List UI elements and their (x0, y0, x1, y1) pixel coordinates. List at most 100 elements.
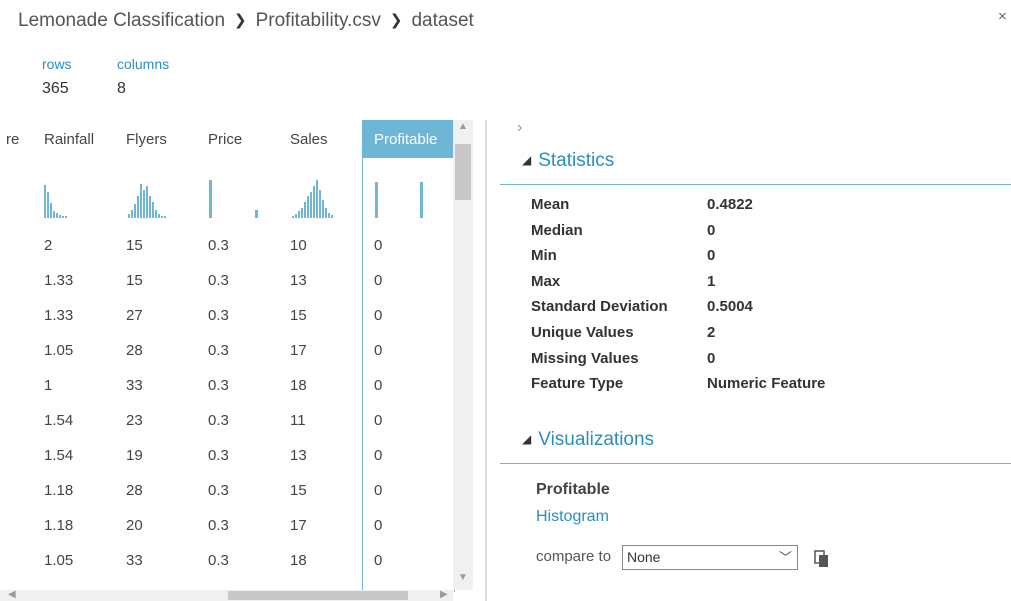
table-cell: 0.3 (208, 237, 229, 254)
table-cell: 17 (290, 342, 307, 359)
table-cell: 1.18 (44, 517, 74, 534)
table-cell: 0 (374, 517, 383, 534)
rows-label: rows (42, 56, 72, 72)
copy-icon[interactable] (814, 550, 830, 568)
chevron-right-icon[interactable]: › (517, 119, 522, 137)
visualizations-section-title[interactable]: ◢ Visualizations (522, 429, 654, 451)
table-cell: 1 (44, 377, 53, 394)
table-cell: 0 (374, 447, 383, 464)
stat-label: Max (531, 272, 561, 290)
grid-vertical-scrollbar[interactable]: ▲ ▼ (453, 120, 473, 590)
table-cell: 1.33 (44, 272, 74, 289)
close-icon[interactable]: × (998, 8, 1007, 25)
table-cell: 0.3 (208, 377, 229, 394)
collapse-triangle-icon[interactable]: ◢ (522, 432, 531, 446)
stat-value: 0 (707, 221, 716, 239)
table-cell: 0.3 (208, 272, 229, 289)
column-header[interactable]: Profitable (374, 131, 437, 148)
scroll-right-icon[interactable]: ▶ (440, 589, 448, 600)
breadcrumb-item-experiment[interactable]: Lemonade Classification (18, 10, 225, 31)
section-divider (500, 184, 1011, 185)
compare-to-label: compare to (536, 548, 612, 565)
table-cell: 0.3 (208, 552, 229, 569)
stat-value: 0.4822 (707, 196, 753, 213)
table-cell: 15 (126, 237, 143, 254)
table-cell: 0 (374, 237, 383, 254)
compare-to-select[interactable]: None ﹀ (622, 545, 798, 570)
table-cell: 0.3 (208, 482, 229, 499)
column-header[interactable]: Flyers (126, 131, 167, 148)
column-profitable[interactable]: Profitable 0 0 0 0 0 0 0 0 0 0 (362, 120, 456, 592)
histogram-link[interactable]: Histogram (536, 508, 609, 526)
histogram-sparkline-icon (128, 184, 166, 218)
scroll-down-icon[interactable]: ▼ (458, 572, 468, 583)
column-header[interactable]: re (6, 131, 19, 148)
table-cell: 0 (374, 482, 383, 499)
histogram-sparkline-icon (44, 185, 67, 218)
stat-label: Min (531, 247, 557, 265)
table-cell: 0 (374, 307, 383, 324)
table-cell: 0 (374, 412, 383, 429)
compare-to-value: None (627, 549, 661, 565)
column-flyers[interactable]: Flyers 15 15 27 28 33 23 19 28 20 33 (126, 120, 206, 592)
column-header[interactable]: Rainfall (44, 131, 94, 148)
column-header[interactable]: Sales (290, 131, 328, 148)
stat-value: 0.5004 (707, 298, 753, 316)
table-cell: 1.54 (44, 412, 74, 429)
panel-divider (485, 120, 487, 601)
breadcrumb-item-dataset: dataset (411, 10, 474, 31)
scrollbar-thumb[interactable] (455, 144, 471, 200)
table-cell: 0.3 (208, 447, 229, 464)
columns-label: columns (117, 56, 170, 72)
table-cell: 23 (126, 412, 143, 429)
histogram-sparkline-icon (209, 180, 258, 218)
stat-value: 0 (707, 349, 716, 367)
column-sales[interactable]: Sales 10 13 15 17 18 11 13 15 17 18 (290, 120, 362, 592)
breadcrumb-item-file[interactable]: Profitability.csv (256, 10, 381, 31)
table-cell: 19 (126, 447, 143, 464)
table-cell: 17 (290, 517, 307, 534)
scroll-left-icon[interactable]: ◀ (8, 589, 16, 600)
table-cell: 15 (290, 307, 307, 324)
table-cell: 28 (126, 482, 143, 499)
table-cell: 0 (374, 377, 383, 394)
table-cell: 2 (44, 237, 53, 254)
table-cell: 1.18 (44, 482, 74, 499)
stat-value: 2 (707, 324, 716, 341)
table-cell: 33 (126, 377, 143, 394)
table-cell: 0.3 (208, 307, 229, 324)
column-rainfall[interactable]: Rainfall 2 1.33 1.33 1.05 1 1.54 1.54 1.18 1.18 1… (44, 120, 124, 592)
stat-label: Median (531, 221, 583, 239)
stat-value: 1 (707, 272, 716, 290)
collapse-triangle-icon[interactable]: ◢ (522, 153, 531, 167)
stat-value: Numeric Feature (707, 375, 826, 393)
column-header[interactable]: Price (208, 131, 242, 148)
stat-label: Missing Values (531, 349, 639, 367)
grid-horizontal-scrollbar[interactable]: ◀ ▶ (0, 589, 453, 601)
histogram-sparkline-icon (375, 182, 423, 218)
stat-label: Feature Type (531, 375, 624, 393)
table-cell: 0.3 (208, 342, 229, 359)
statistics-section-title[interactable]: ◢ Statistics (522, 150, 614, 172)
table-cell: 1.54 (44, 447, 74, 464)
table-cell: 10 (290, 237, 307, 254)
scroll-up-icon[interactable]: ▲ (458, 121, 468, 132)
breadcrumb-separator-icon: ❯ (389, 12, 403, 29)
breadcrumb-separator-icon: ❯ (234, 12, 247, 29)
table-cell: 1.05 (44, 552, 74, 569)
stat-label: Mean (531, 196, 570, 213)
table-cell: 20 (126, 517, 143, 534)
table-cell: 15 (126, 272, 143, 289)
table-cell: 0 (374, 342, 383, 359)
section-divider (500, 463, 1011, 464)
stat-label: Unique Values (531, 324, 634, 341)
table-cell: 18 (290, 552, 307, 569)
stat-value: 0 (707, 247, 716, 265)
statistics-title-text: Statistics (538, 150, 615, 171)
column-price[interactable]: Price 0.3 0.3 0.3 0.3 0.3 0.3 0.3 0.3 0.3 0.3 (208, 120, 288, 592)
scrollbar-thumb[interactable] (228, 591, 408, 600)
column-temperature[interactable]: re (0, 120, 30, 592)
table-cell: 13 (290, 272, 307, 289)
table-cell: 1.33 (44, 307, 74, 324)
stat-label: Standard Deviation (531, 298, 668, 316)
